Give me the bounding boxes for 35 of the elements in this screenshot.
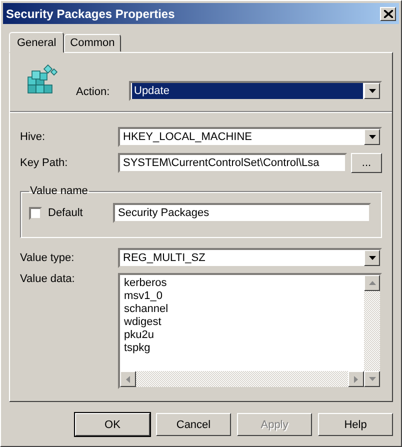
dialog-button[interactable]: Help: [318, 413, 393, 436]
dialog-button[interactable]: OK: [75, 413, 150, 436]
close-icon: [384, 10, 392, 18]
scroll-up-icon: [364, 275, 380, 291]
value-type-label: Value type:: [20, 252, 76, 264]
tab[interactable]: Common: [64, 34, 121, 52]
value-line: wdigest: [124, 316, 162, 329]
key-path-field[interactable]: SYSTEM\CurrentControlSet\Control\Lsa: [118, 153, 347, 173]
value-line: tspkg: [124, 342, 152, 355]
scroll-right-icon: [348, 371, 364, 387]
value-line: msv1_0: [124, 290, 164, 303]
value-line: kerberos: [124, 277, 168, 290]
value-data-field[interactable]: kerberos msv1_0 schannel wdigest pku2u tspkg: [118, 273, 382, 389]
value-line: pku2u: [124, 329, 155, 342]
scroll-left-icon: [120, 371, 136, 387]
value-line: schannel: [124, 303, 170, 316]
hive-label: Hive:: [20, 131, 46, 143]
window-title: Security Packages Properties: [6, 6, 175, 20]
horizontal-scrollbar[interactable]: [120, 371, 364, 387]
browse-button[interactable]: ...: [351, 153, 382, 173]
action-dropdown[interactable]: Update: [129, 81, 382, 101]
value-name-field[interactable]: Security Packages: [113, 203, 371, 223]
hive-dropdown[interactable]: HKEY_LOCAL_MACHINE: [118, 127, 382, 147]
scroll-down-icon: [364, 371, 380, 387]
group-legend: Value name: [29, 185, 89, 197]
default-label: Default: [48, 207, 83, 219]
tab[interactable]: General: [9, 32, 64, 53]
dialog-button[interactable]: Cancel: [156, 413, 231, 436]
close-button[interactable]: [380, 6, 396, 20]
key-path-label: Key Path:: [20, 157, 69, 169]
vertical-scrollbar[interactable]: [364, 275, 380, 387]
value-data-label: Value data:: [20, 273, 76, 285]
action-label: Action:: [76, 86, 111, 98]
default-checkbox[interactable]: [29, 206, 42, 220]
value-type-dropdown[interactable]: REG_MULTI_SZ: [118, 248, 382, 268]
